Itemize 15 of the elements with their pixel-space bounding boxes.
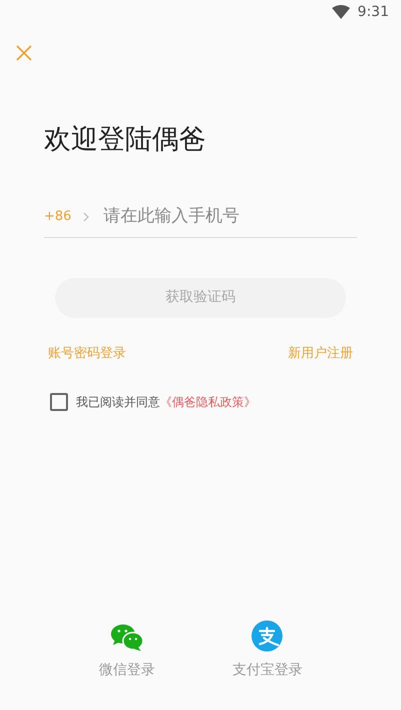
- wechat-login-button[interactable]: 微信登录: [92, 623, 161, 682]
- country-code[interactable]: +86: [44, 206, 72, 226]
- payment-logo-icon: [251, 620, 284, 652]
- alipay-login-button[interactable]: 支付宝登录: [226, 619, 308, 682]
- password-login-link[interactable]: 账号密码登录: [48, 344, 126, 363]
- chat-bubbles-icon: [110, 624, 144, 652]
- phone-field[interactable]: +86 请在此输入手机号: [44, 196, 357, 238]
- agreement-text: 我已阅读并同意《偶爸隐私政策》: [76, 394, 256, 411]
- agree-checkbox[interactable]: [50, 393, 68, 411]
- status-time: 9:31: [358, 2, 389, 22]
- privacy-policy-link[interactable]: 《偶爸隐私政策》: [160, 395, 256, 409]
- welcome-title: 欢迎登陆偶爸: [44, 123, 207, 157]
- wifi-icon: [332, 5, 350, 19]
- register-link[interactable]: 新用户注册: [288, 344, 353, 363]
- chevron-icon: [83, 212, 90, 222]
